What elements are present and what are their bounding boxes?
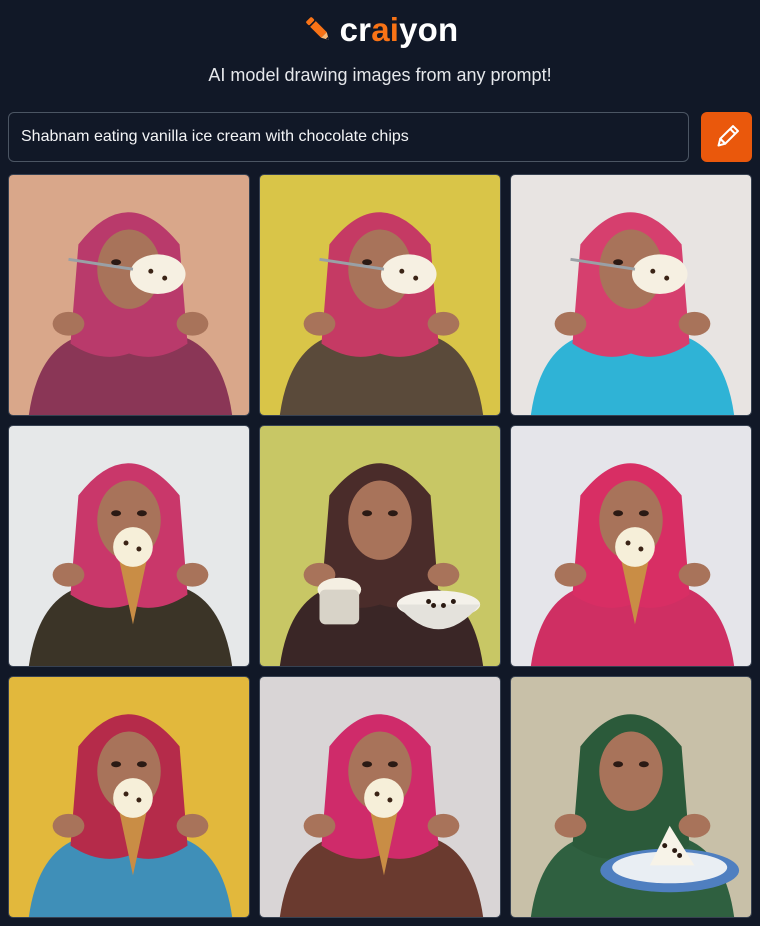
figure-face — [599, 731, 663, 811]
image-artwork — [260, 677, 500, 917]
figure-hand — [176, 562, 209, 587]
image-artwork — [260, 426, 500, 666]
draw-button[interactable] — [701, 112, 752, 162]
figure-hand — [427, 813, 460, 838]
figure-hand — [52, 813, 85, 838]
figure-hand — [554, 813, 587, 838]
header: craiyon — [0, 0, 760, 60]
generated-image-6[interactable] — [510, 425, 752, 667]
image-artwork — [511, 426, 751, 666]
pencil-logo-icon — [305, 17, 329, 40]
image-grid — [8, 174, 752, 918]
generated-image-1[interactable] — [8, 174, 250, 416]
figure-hand — [303, 813, 336, 838]
image-artwork — [260, 175, 500, 415]
generated-image-8[interactable] — [259, 676, 501, 918]
generated-image-5[interactable] — [259, 425, 501, 667]
figure-hand — [678, 311, 711, 336]
prompt-bar — [8, 112, 752, 162]
generated-image-9[interactable] — [510, 676, 752, 918]
pencil-icon — [717, 125, 739, 147]
craiyon-logo[interactable]: craiyon — [302, 11, 459, 49]
brand-name: craiyon — [339, 11, 459, 48]
image-artwork — [511, 677, 751, 917]
generated-image-4[interactable] — [8, 425, 250, 667]
figure-hand — [52, 562, 85, 587]
image-artwork — [9, 426, 249, 666]
figure-hand — [303, 311, 336, 336]
prompt-input[interactable] — [8, 112, 689, 162]
tagline: AI model drawing images from any prompt! — [208, 65, 552, 85]
generated-image-2[interactable] — [259, 174, 501, 416]
figure-hand — [427, 311, 460, 336]
generated-image-7[interactable] — [8, 676, 250, 918]
generated-image-3[interactable] — [510, 174, 752, 416]
figure-hand — [554, 562, 587, 587]
figure-hand — [52, 311, 85, 336]
figure-hand — [176, 311, 209, 336]
image-artwork — [9, 677, 249, 917]
figure-hand — [554, 311, 587, 336]
figure-hand — [427, 562, 460, 587]
figure-hand — [176, 813, 209, 838]
image-artwork — [9, 175, 249, 415]
image-artwork — [511, 175, 751, 415]
figure-hand — [678, 562, 711, 587]
figure-face — [348, 480, 412, 560]
figure-hand — [678, 813, 711, 838]
